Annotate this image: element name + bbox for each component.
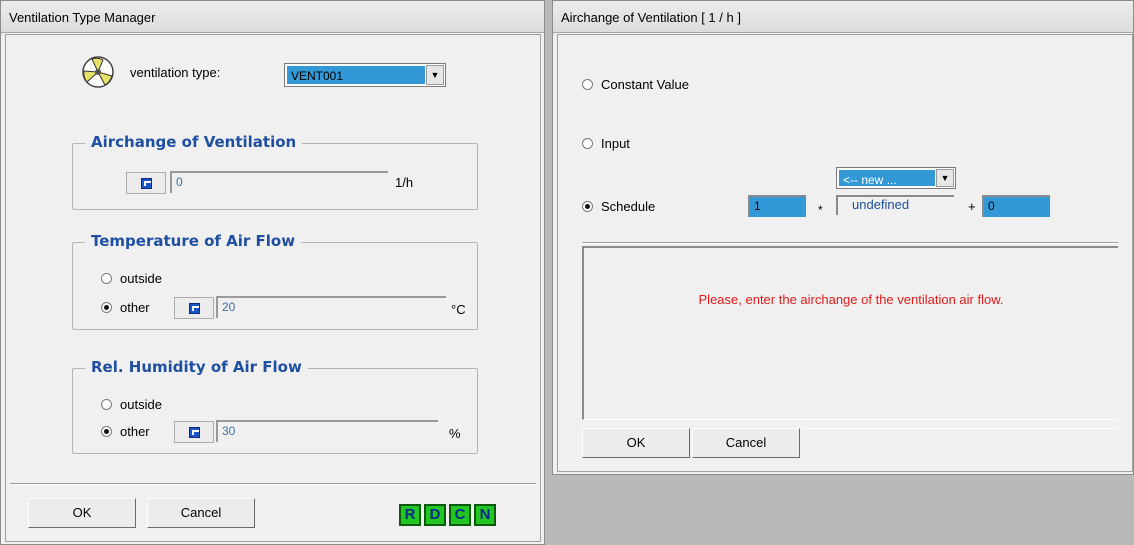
ventilation-type-manager-window: Ventilation Type Manager ventilation typ… — [0, 0, 545, 545]
temperature-outside-label: outside — [120, 271, 162, 286]
ventilation-type-label: ventilation type: — [130, 65, 221, 80]
cancel-button[interactable]: Cancel — [692, 428, 800, 458]
humidity-other-label: other — [120, 424, 150, 439]
window-title: Ventilation Type Manager — [1, 1, 544, 33]
radio-selected-icon[interactable] — [101, 426, 112, 437]
radio-selected-icon[interactable] — [101, 302, 112, 313]
hint-message: Please, enter the airchange of the venti… — [698, 292, 1004, 307]
d-button[interactable]: D — [424, 504, 446, 526]
rdcn-toolbar: R D C N — [399, 504, 496, 526]
constant-value-radio[interactable]: Constant Value — [582, 77, 689, 92]
edit-icon — [189, 303, 200, 314]
airchange-unit: 1/h — [395, 175, 414, 190]
ventilation-type-select[interactable]: VENT001 ▼ — [284, 63, 446, 87]
radio-icon[interactable] — [101, 273, 112, 284]
schedule-select[interactable]: <-- new ... ▼ — [836, 167, 956, 189]
temperature-other-label: other — [120, 300, 150, 315]
ok-button[interactable]: OK — [28, 498, 136, 528]
schedule-radio[interactable]: Schedule — [582, 199, 655, 214]
cancel-button[interactable]: Cancel — [147, 498, 255, 528]
radio-icon[interactable] — [582, 79, 593, 90]
humidity-other-radio[interactable]: other — [101, 424, 150, 439]
temperature-group: Temperature of Air Flow outside other 20… — [72, 232, 478, 330]
fan-icon — [82, 56, 114, 88]
humidity-outside-label: outside — [120, 397, 162, 412]
airchange-edit-button[interactable] — [126, 172, 166, 194]
button-bar — [802, 428, 1118, 429]
humidity-unit: % — [449, 426, 461, 441]
airchange-dialog-window: Airchange of Ventilation [ 1 / h ] Const… — [552, 0, 1134, 475]
divider — [10, 483, 536, 485]
constant-value-label: Constant Value — [601, 77, 689, 92]
radio-selected-icon[interactable] — [582, 201, 593, 212]
r-button[interactable]: R — [399, 504, 421, 526]
temperature-unit: °C — [451, 302, 466, 317]
multiply-sign: * — [818, 203, 823, 217]
edit-icon — [141, 178, 152, 189]
ventilation-type-manager-body: ventilation type: VENT001 ▼ Airchange of… — [5, 34, 541, 542]
airchange-dialog-body: Constant Value Input Schedule 1 * <-- ne… — [557, 34, 1133, 472]
airchange-value-field[interactable]: 0 — [170, 171, 388, 193]
airchange-group: Airchange of Ventilation 0 1/h — [72, 133, 478, 210]
humidity-edit-button[interactable] — [174, 421, 214, 443]
radio-icon[interactable] — [582, 138, 593, 149]
divider — [582, 242, 1118, 244]
humidity-outside-radio[interactable]: outside — [101, 397, 162, 412]
temperature-edit-button[interactable] — [174, 297, 214, 319]
temperature-group-title: Temperature of Air Flow — [85, 232, 302, 250]
temperature-value-field[interactable]: 20 — [216, 296, 446, 318]
airchange-group-title: Airchange of Ventilation — [85, 133, 303, 151]
temperature-other-radio[interactable]: other — [101, 300, 150, 315]
input-label: Input — [601, 136, 630, 151]
humidity-group: Rel. Humidity of Air Flow outside other … — [72, 358, 478, 454]
schedule-select-value: <-- new ... — [839, 170, 935, 187]
schedule-label: Schedule — [601, 199, 656, 214]
plus-sign: + — [968, 199, 976, 214]
input-radio[interactable]: Input — [582, 136, 630, 151]
ok-button[interactable]: OK — [582, 428, 690, 458]
c-button[interactable]: C — [449, 504, 471, 526]
n-button[interactable]: N — [474, 504, 496, 526]
temperature-outside-radio[interactable]: outside — [101, 271, 162, 286]
message-box: Please, enter the airchange of the venti… — [582, 246, 1118, 420]
chevron-down-icon[interactable]: ▼ — [936, 169, 954, 187]
edit-icon — [189, 427, 200, 438]
humidity-value-field[interactable]: 30 — [216, 420, 438, 442]
radio-icon[interactable] — [101, 399, 112, 410]
ventilation-type-value: VENT001 — [287, 66, 425, 84]
schedule-name-field: undefined — [836, 195, 954, 215]
schedule-offset-field[interactable]: 0 — [982, 195, 1050, 217]
window-title: Airchange of Ventilation [ 1 / h ] — [553, 1, 1133, 33]
schedule-factor-field[interactable]: 1 — [748, 195, 806, 217]
humidity-group-title: Rel. Humidity of Air Flow — [85, 358, 308, 376]
chevron-down-icon[interactable]: ▼ — [426, 65, 444, 85]
